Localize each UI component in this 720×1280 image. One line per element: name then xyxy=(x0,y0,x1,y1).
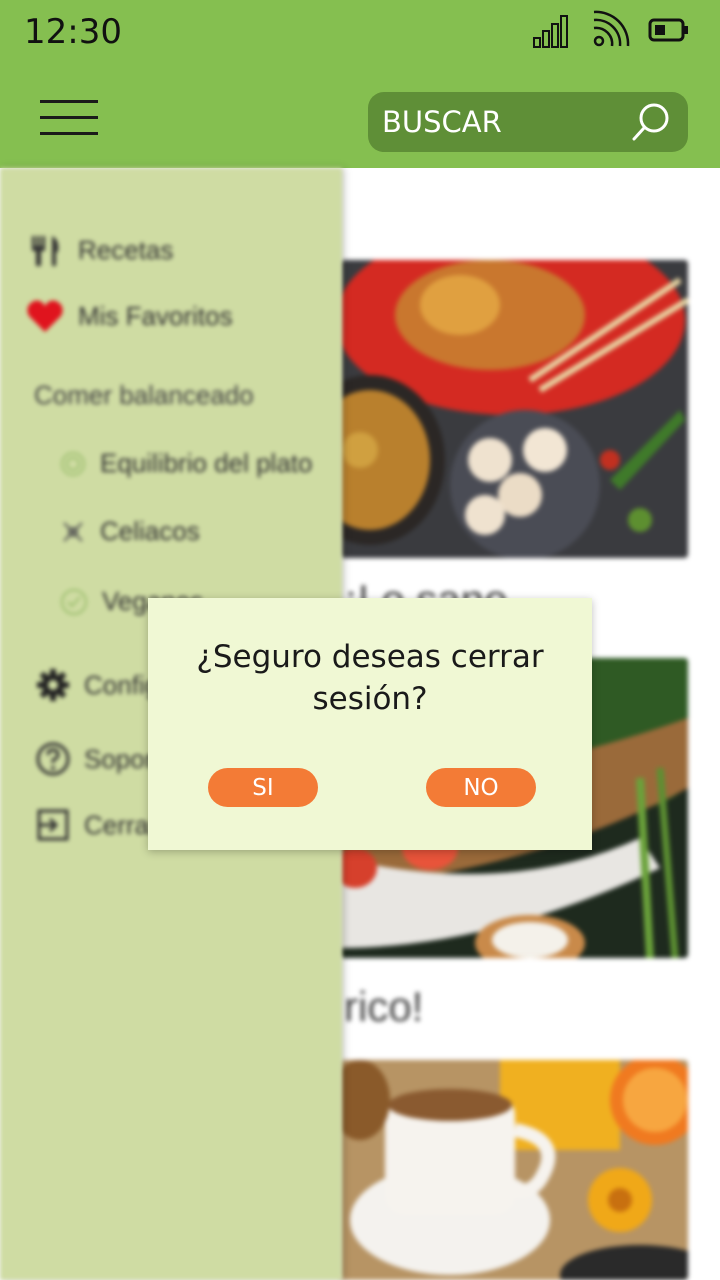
drawer-subitem-equilibrio[interactable]: Equilibrio del plato xyxy=(60,448,312,479)
drawer-subitem-celiacos[interactable]: Celiacos xyxy=(60,516,200,547)
search-input[interactable] xyxy=(382,100,622,144)
plate-icon xyxy=(61,451,85,476)
card-title: rico! xyxy=(344,983,424,1030)
confirm-no-button[interactable]: NO xyxy=(426,768,536,807)
hamburger-menu-icon[interactable] xyxy=(40,96,100,140)
status-time: 12:30 xyxy=(24,12,122,52)
search-bar[interactable] xyxy=(368,92,688,152)
asian-food-photo[interactable] xyxy=(340,260,688,558)
wifi-icon xyxy=(593,10,630,47)
no-wheat-icon xyxy=(63,521,83,542)
drawer-item-favoritos[interactable]: Mis Favoritos xyxy=(26,298,233,334)
status-icons xyxy=(532,10,690,50)
drawer-item-recetas[interactable]: Recetas xyxy=(28,232,173,268)
confirm-yes-button[interactable]: SI xyxy=(208,768,318,807)
drawer-section-title: Comer balanceado xyxy=(34,380,254,410)
leaf-check-icon xyxy=(61,588,87,615)
dialog-message: ¿Seguro deseas cerrar sesión? xyxy=(196,639,544,717)
breakfast-coffee-photo[interactable] xyxy=(340,1060,688,1280)
app-bar: 12:30 xyxy=(0,0,720,168)
fork-knife-icon xyxy=(32,236,59,266)
battery-icon xyxy=(648,18,688,42)
drawer-item-label: Mis Favoritos xyxy=(78,300,233,331)
drawer-item-label: Equilibrio del plato xyxy=(100,448,313,478)
logout-icon xyxy=(37,809,69,841)
signal-icon xyxy=(533,15,568,48)
search-icon[interactable] xyxy=(630,101,672,143)
heart-icon xyxy=(27,300,63,332)
help-circle-icon xyxy=(36,742,70,776)
drawer-item-label: Celiacos xyxy=(100,516,200,546)
gear-icon xyxy=(37,669,69,701)
logout-confirm-dialog: ¿Seguro deseas cerrar sesión? SI NO xyxy=(148,598,592,850)
drawer-item-label: Recetas xyxy=(78,234,174,265)
